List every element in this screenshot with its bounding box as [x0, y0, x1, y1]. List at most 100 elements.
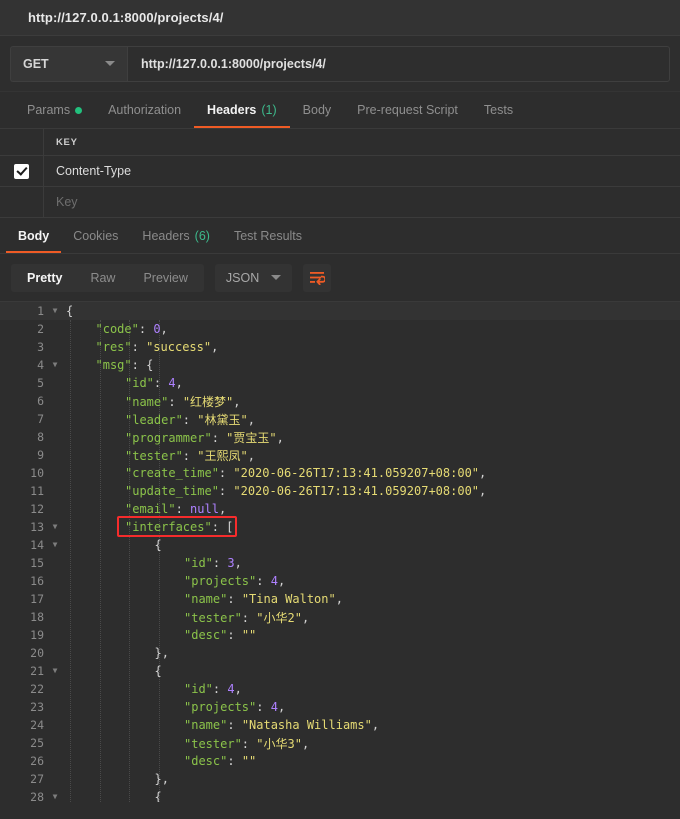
code-line-text: "create_time": "2020-06-26T17:13:41.0592… — [62, 466, 486, 480]
token-punc: , — [276, 430, 284, 445]
response-tab-label: Cookies — [73, 228, 119, 243]
http-method-select[interactable]: GET — [10, 45, 127, 82]
token-key: "tester" — [125, 448, 183, 463]
line-number: 23 — [30, 700, 44, 714]
request-tab-body[interactable]: Body — [290, 92, 345, 128]
token-key: "id" — [184, 682, 213, 696]
code-line-text: "tester": "小华2", — [62, 609, 309, 626]
code-line-text: { — [62, 304, 73, 318]
token-key: "id" — [184, 556, 213, 570]
line-number: 20 — [30, 646, 44, 660]
code-fold-toggle-icon[interactable]: ▼ — [48, 536, 62, 554]
code-line: 1 ▼ { — [0, 302, 680, 320]
code-line-text: }, — [62, 646, 169, 660]
headers-new-key-placeholder: Key — [56, 195, 78, 209]
token-punc: : — [241, 610, 257, 625]
code-line: 23 "projects": 4, — [0, 698, 680, 716]
token-key: "interfaces" — [125, 520, 212, 534]
view-mode-raw[interactable]: Raw — [76, 266, 129, 290]
token-punc: : — [218, 484, 234, 498]
request-tab-params[interactable]: Params — [14, 92, 95, 128]
token-punc: , — [335, 592, 343, 606]
code-line: 11 "update_time": "2020-06-26T17:13:41.05… — [0, 482, 680, 500]
line-number: 5 — [37, 376, 44, 390]
code-line-text: { — [62, 664, 162, 678]
response-tab-test-results[interactable]: Test Results — [222, 218, 314, 253]
response-body-code-viewer[interactable]: 1 ▼{2 "code": 0, 3 "res": "success", 4 ▼ "msg":… — [0, 301, 680, 802]
token-punc: , — [479, 466, 487, 480]
request-tab-tests[interactable]: Tests — [471, 92, 526, 128]
url-input[interactable]: http://127.0.0.1:8000/projects/4/ — [127, 45, 670, 82]
token-num: 4 — [227, 682, 235, 696]
header-enabled-checkbox[interactable] — [0, 156, 44, 186]
code-fold-toggle-icon[interactable]: ▼ — [48, 518, 62, 536]
token-str: "Natasha Williams" — [241, 718, 372, 732]
headers-new-row-checkbox-cell — [0, 187, 44, 217]
code-line: 3 "res": "success", — [0, 338, 680, 356]
view-mode-pretty[interactable]: Pretty — [13, 266, 76, 290]
code-fold-toggle-icon[interactable]: ▼ — [48, 356, 62, 374]
code-line: 7 "leader": "林黛玉", — [0, 410, 680, 428]
token-punc: : — [168, 394, 183, 409]
token-punc: : — [241, 736, 257, 751]
request-tab-headers[interactable]: Headers (1) — [194, 92, 290, 128]
line-number: 13 — [30, 520, 44, 534]
response-tab-cookies[interactable]: Cookies — [61, 218, 130, 253]
code-line-text: "res": "success", — [62, 340, 219, 354]
view-mode-preview[interactable]: Preview — [129, 266, 201, 290]
token-punc: : — [256, 574, 271, 588]
line-number: 21 — [30, 664, 44, 678]
response-format-select[interactable]: JSON — [214, 263, 293, 292]
code-line-text: "tester": "王熙凤", — [62, 447, 255, 464]
line-number: 19 — [30, 628, 44, 642]
request-tab-label: Pre-request Script — [357, 103, 458, 117]
token-punc: , — [301, 736, 310, 751]
token-punc: : — [212, 682, 228, 696]
line-number: 14 — [30, 538, 44, 552]
token-punc: : — [211, 430, 227, 445]
headers-new-row[interactable]: Key — [0, 187, 680, 218]
code-line-text: "name": "Natasha Williams", — [62, 718, 379, 732]
code-line: 2 "code": 0, — [0, 320, 680, 338]
token-num: 3 — [227, 556, 235, 570]
code-line: 17 "name": "Tina Walton", — [0, 590, 680, 608]
line-number: 26 — [30, 754, 44, 768]
request-tab-label: Body — [302, 103, 332, 117]
token-key: "update_time" — [125, 484, 219, 498]
response-tab-headers[interactable]: Headers (6) — [130, 218, 222, 253]
line-number: 6 — [37, 394, 44, 408]
table-row[interactable]: Content-Type — [0, 156, 680, 187]
token-key: "tester" — [184, 610, 242, 625]
line-number: 11 — [30, 484, 44, 498]
request-tab-authorization[interactable]: Authorization — [95, 92, 194, 128]
request-tab-bar: Params Authorization Headers (1) Body Pre-req… — [0, 92, 680, 129]
token-brace: [ — [226, 520, 234, 534]
request-tab-count: (1) — [261, 103, 277, 117]
word-wrap-button[interactable] — [303, 263, 332, 292]
code-lines-container: 1 ▼{2 "code": 0, 3 "res": "success", 4 ▼ "msg":… — [0, 302, 680, 802]
token-brace: { — [154, 790, 162, 802]
response-view-mode-group: Pretty Raw Preview — [11, 263, 204, 292]
code-fold-toggle-icon[interactable]: ▼ — [48, 788, 62, 802]
line-number: 10 — [30, 466, 44, 480]
token-punc: , — [161, 772, 169, 786]
request-tab-label: Params — [27, 103, 71, 117]
token-str: "success" — [146, 340, 212, 354]
code-fold-toggle-icon[interactable]: ▼ — [48, 662, 62, 680]
code-line: 18 "tester": "小华2", — [0, 608, 680, 626]
token-str: "小华3" — [256, 736, 302, 751]
headers-new-key-input[interactable]: Key — [44, 187, 680, 217]
code-fold-toggle-icon[interactable]: ▼ — [48, 302, 62, 320]
token-null: null — [190, 502, 219, 516]
request-tab-label: Authorization — [108, 103, 182, 117]
line-number: 16 — [30, 574, 44, 588]
token-punc: : — [175, 502, 191, 516]
token-punc: : — [256, 700, 271, 714]
request-tab-pre-request-script[interactable]: Pre-request Script — [344, 92, 471, 128]
code-line-text: "projects": 4, — [62, 700, 285, 714]
token-key: "name" — [184, 592, 228, 606]
token-key: "desc" — [184, 754, 228, 768]
header-key-input[interactable]: Content-Type — [44, 156, 680, 186]
code-line: 12 "email": null, — [0, 500, 680, 518]
response-tab-body[interactable]: Body — [6, 218, 62, 253]
